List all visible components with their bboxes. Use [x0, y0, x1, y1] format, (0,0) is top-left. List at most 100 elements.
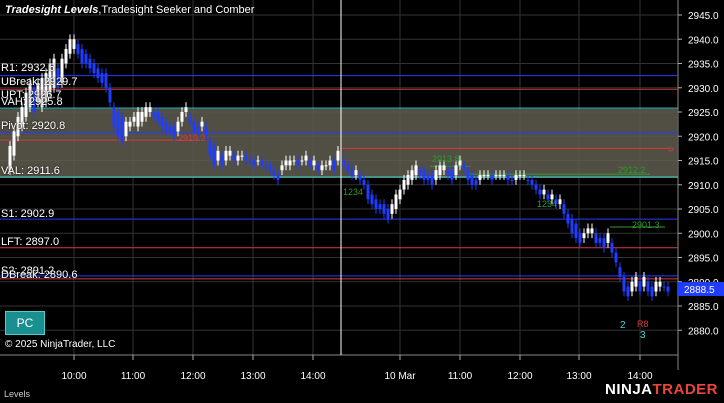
time-tick-label: 11:00 — [121, 371, 146, 382]
candle-body — [208, 141, 212, 156]
tab-levels[interactable]: Levels — [4, 389, 30, 399]
candle-body — [300, 160, 304, 162]
time-tick-label: 12:00 — [180, 371, 205, 382]
time-tick-label: 13:00 — [566, 371, 591, 382]
label-r1: R1: 2932.5 — [1, 62, 55, 74]
price-tick-label: 2880.0 — [688, 326, 719, 337]
candle-body — [478, 175, 482, 180]
candle-body — [84, 53, 88, 64]
candle-body — [128, 121, 132, 127]
chart-grid — [0, 0, 679, 370]
candle-body — [390, 204, 394, 214]
candle-body — [658, 281, 662, 287]
candle-body — [570, 218, 574, 234]
candle-body — [514, 175, 518, 180]
red-arrow-icon: » — [668, 143, 674, 155]
candle-body — [454, 165, 458, 176]
count-label-r8: R8 — [637, 319, 649, 329]
candle-body — [366, 184, 370, 200]
time-tick-label: 12:00 — [507, 371, 532, 382]
candle-body — [116, 112, 120, 137]
time-tick-label: 10 Mar — [384, 371, 416, 382]
price-tick-label: 2920.0 — [688, 132, 719, 143]
pc-button[interactable]: PC — [5, 311, 45, 335]
candle-body — [196, 126, 200, 132]
label-pivot: Pivot: 2920.8 — [1, 120, 66, 132]
candle-body — [132, 116, 136, 122]
candle-body — [176, 121, 180, 132]
candle-body — [252, 160, 256, 166]
value-area-band — [0, 109, 678, 178]
candle-body — [152, 112, 156, 117]
candle-body — [100, 73, 104, 83]
candle-body — [160, 116, 164, 127]
candle-body — [378, 204, 382, 209]
candle-body — [256, 160, 260, 162]
price-tick-label: 2910.0 — [688, 181, 719, 192]
price-axis: 2945.0 2940.0 2935.0 2930.0 2925.0 2920.0 2915… — [678, 11, 724, 337]
candle-body — [328, 160, 332, 166]
candle-body — [450, 170, 454, 180]
candle-body — [96, 68, 100, 79]
price-tick-label: 2900.0 — [688, 229, 719, 240]
time-tick-label: 14:00 — [300, 371, 325, 382]
candle-body — [490, 175, 494, 180]
candle-body — [88, 58, 92, 69]
candle-body — [362, 179, 366, 185]
candle-body — [136, 112, 140, 127]
candle-body — [370, 194, 374, 205]
price-tick-label: 2885.0 — [688, 302, 719, 313]
right-green-label: 2912.2 — [618, 165, 646, 175]
candle-body — [558, 199, 562, 205]
candle-body — [394, 194, 398, 209]
time-tick-label: 13:00 — [240, 371, 265, 382]
candle-body — [642, 276, 646, 287]
candle-body — [172, 126, 176, 137]
candle-body — [284, 160, 288, 166]
candle-body — [518, 175, 522, 177]
chart-title: Tradesight Levels,Tradesight Seeker and … — [5, 4, 254, 16]
candle-body — [374, 199, 378, 209]
candle-body — [482, 175, 486, 177]
count-label-2: 2 — [620, 320, 626, 331]
candle-body — [422, 170, 426, 180]
candle-body — [336, 150, 340, 161]
candle-body — [586, 228, 590, 234]
candle-body — [582, 233, 586, 239]
candle-body — [320, 165, 324, 171]
candle-body — [108, 87, 112, 103]
candle-body — [316, 165, 320, 171]
label-s1: S1: 2902.9 — [1, 208, 55, 220]
candle-body — [248, 160, 252, 162]
candle-body — [618, 267, 622, 277]
brand-logo: NINJATRADER — [604, 381, 718, 398]
candle-body — [474, 179, 478, 185]
candle-body — [64, 48, 68, 64]
candle-body — [650, 286, 654, 297]
candle-body — [260, 160, 264, 166]
candle-body — [244, 155, 248, 161]
candle-body — [168, 126, 172, 132]
candle-body — [240, 155, 244, 157]
candle-body — [216, 150, 220, 161]
candle-body — [272, 170, 276, 176]
candle-body — [502, 175, 506, 177]
indicator-name: Tradesight Levels — [5, 4, 99, 16]
price-tick-label: 2925.0 — [688, 108, 719, 119]
count-label-a: 1234 — [343, 187, 363, 197]
candle-body — [598, 238, 602, 243]
candle-body — [538, 189, 542, 195]
count-label-b: 1234 — [537, 199, 557, 209]
candle-body — [200, 121, 204, 127]
candle-body — [470, 175, 474, 185]
candle-body — [144, 107, 148, 117]
candle-body — [288, 160, 292, 166]
candle-body — [354, 170, 358, 176]
candle-body — [602, 238, 606, 248]
candle-body — [462, 165, 466, 171]
candle-body — [610, 242, 614, 253]
candle-body — [112, 107, 116, 127]
last-price-label: 2888.5 — [684, 285, 715, 296]
time-tick-label: 10:00 — [61, 371, 86, 382]
candle-body — [494, 175, 498, 177]
